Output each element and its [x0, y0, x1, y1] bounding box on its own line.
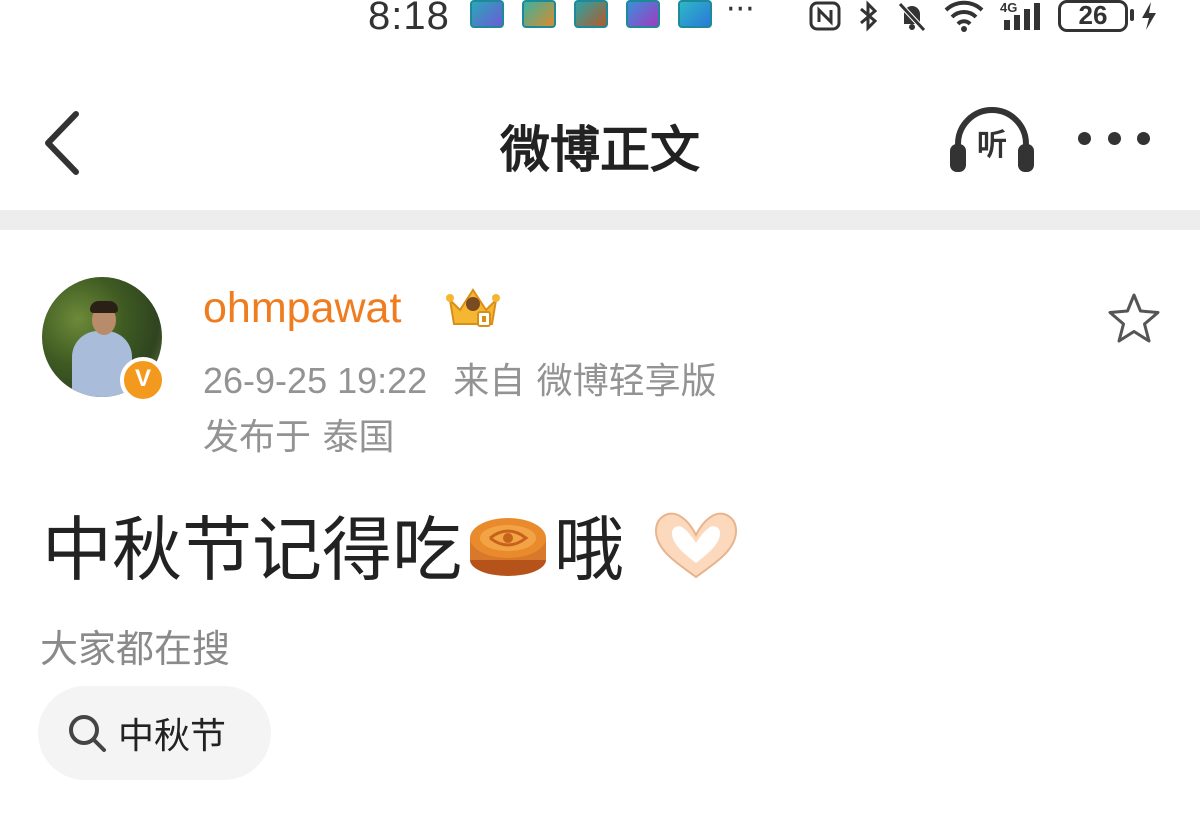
post-source[interactable]: 来自 微博轻享版 — [453, 361, 716, 402]
post-content: 中秋节记得吃 哦 — [42, 494, 742, 595]
heart-hands-icon — [654, 512, 738, 578]
app-notification-icon — [470, 0, 504, 28]
app-notification-icon — [626, 0, 660, 28]
mute-bell-icon — [898, 2, 926, 32]
status-time: 8:18 — [368, 0, 450, 38]
post-time: 26-9-25 19:22 — [203, 360, 428, 401]
trending-search-caption: 大家都在搜 — [40, 627, 231, 671]
more-options-button[interactable] — [1078, 126, 1150, 150]
system-icons: 4G — [808, 0, 1054, 32]
notification-icons — [470, 0, 712, 30]
avatar-person-hair — [90, 301, 118, 313]
app-notification-icon — [574, 0, 608, 28]
listen-button[interactable]: 听 — [946, 106, 1038, 176]
more-notifications-indicator: ··· — [726, 0, 755, 27]
more-dots-icon — [1107, 131, 1121, 145]
post-text-part2: 哦 — [554, 509, 624, 591]
listen-label: 听 — [977, 128, 1007, 163]
post-meta: 26-9-25 19:22 来自 微博轻享版 — [203, 352, 717, 404]
status-bar: 8:18 ··· 4G 26 — [0, 0, 1200, 40]
username[interactable]: ohmpawat — [203, 284, 401, 333]
more-dots-icon — [1137, 131, 1150, 145]
search-chip-label: 中秋节 — [118, 716, 227, 757]
signal-4g-icon: 4G — [1000, 0, 1040, 30]
battery-cap — [1130, 9, 1134, 21]
search-icon — [69, 715, 106, 752]
star-outline-icon[interactable] — [1106, 292, 1162, 344]
battery-icon: 26 — [1058, 0, 1128, 32]
section-divider — [0, 210, 1200, 230]
svg-text:4G: 4G — [1000, 0, 1017, 15]
crown-badge-icon[interactable] — [444, 284, 502, 330]
post-text-part1: 中秋节记得吃 — [42, 509, 462, 591]
app-notification-icon — [522, 0, 556, 28]
bluetooth-icon — [860, 0, 878, 32]
post-location: 发布于 泰国 — [203, 417, 395, 458]
top-navigation-bar: 微博正文 听 — [0, 80, 1200, 210]
nfc-icon — [809, 1, 841, 31]
verified-badge-icon: V — [120, 357, 166, 403]
charging-icon — [1142, 2, 1156, 30]
more-dots-icon — [1078, 131, 1091, 145]
wifi-icon — [944, 0, 984, 32]
mooncake-icon — [470, 517, 546, 576]
trending-search-chip[interactable]: 中秋节 — [38, 686, 271, 780]
app-notification-icon — [678, 0, 712, 28]
